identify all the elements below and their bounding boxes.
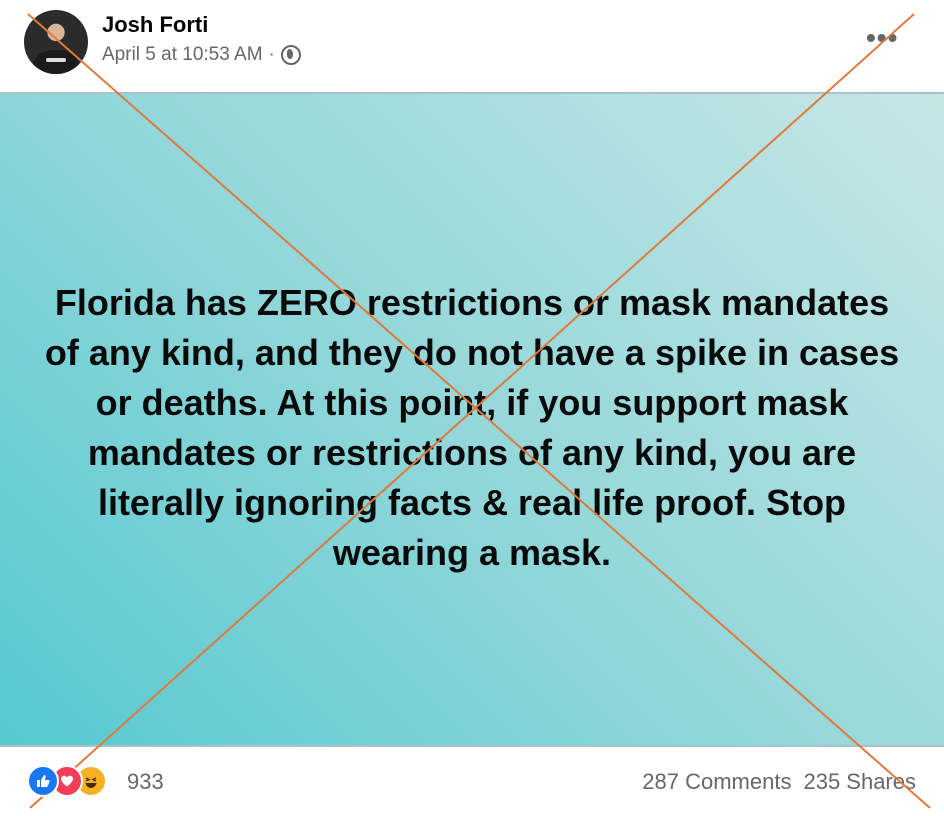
post-header: Josh Forti April 5 at 10:53 AM · ••• [0, 0, 944, 92]
post-image-text: Florida has ZERO restrictions or mask ma… [44, 282, 900, 573]
post-timestamp[interactable]: April 5 at 10:53 AM [102, 44, 263, 66]
post-stats: 287 Comments 235 Shares [642, 769, 916, 795]
author-name[interactable]: Josh Forti [102, 12, 208, 38]
post-image[interactable]: Florida has ZERO restrictions or mask ma… [0, 92, 944, 747]
post-footer: 933 287 Comments 235 Shares [0, 747, 944, 816]
avatar[interactable] [24, 10, 88, 74]
like-icon [27, 765, 59, 797]
post-meta: April 5 at 10:53 AM · [102, 44, 301, 66]
comments-count[interactable]: 287 Comments [642, 769, 791, 795]
avatar-logo [46, 58, 66, 62]
reaction-count[interactable]: 933 [127, 769, 164, 795]
more-options-icon[interactable]: ••• [866, 22, 898, 54]
avatar-shirt [32, 50, 80, 74]
globe-icon[interactable] [280, 45, 301, 65]
meta-separator: · [268, 44, 275, 65]
reactions-group[interactable] [27, 765, 107, 797]
shares-count[interactable]: 235 Shares [803, 769, 916, 795]
